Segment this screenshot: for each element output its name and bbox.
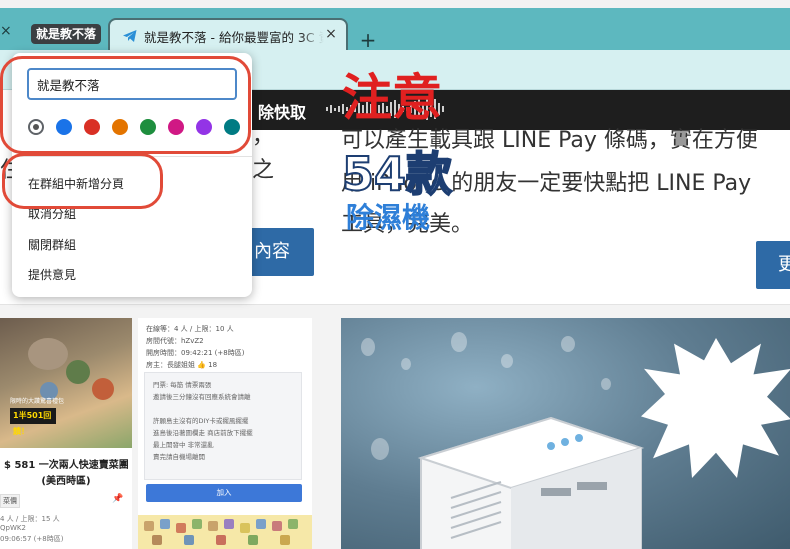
note-line-2: 邀請後三分鐘沒有回應系統會請離	[153, 393, 251, 401]
item-icon	[208, 521, 218, 531]
left-text-comma: ，	[252, 124, 275, 149]
item-icon	[184, 535, 194, 545]
item-icon	[224, 519, 234, 529]
water-drop	[501, 354, 513, 368]
water-drop	[401, 358, 411, 370]
highlight-name-and-color	[0, 56, 251, 154]
join-button[interactable]: 加入	[146, 484, 302, 502]
card-info-1: 4 人 / 上限：15 人	[0, 515, 60, 523]
tab-close-icon[interactable]: ×	[322, 25, 340, 43]
water-drop	[361, 338, 375, 356]
water-drop	[371, 438, 389, 460]
item-icon	[272, 521, 282, 531]
menu-close-group[interactable]: 關閉群組	[28, 236, 76, 253]
note-line-6: 最上開發中 非常還亂	[153, 441, 214, 449]
telegram-icon	[123, 30, 137, 42]
hero-title: 注意	[342, 69, 442, 127]
item-icon	[160, 519, 170, 529]
room-open-time: 開房時間：09:42:21 (+8時區)	[146, 349, 245, 357]
pin-icon[interactable]: 📌	[112, 494, 123, 504]
items-thumbnail	[138, 515, 312, 549]
room-owner: 房主：長腿姐姐 👍 18	[146, 361, 218, 369]
character-figure	[28, 338, 68, 370]
left-tab-close-icon[interactable]: ×	[0, 23, 12, 39]
item-icon	[216, 535, 226, 545]
card-info-2: QpWK2	[0, 524, 26, 532]
tab-title-fade	[300, 24, 324, 46]
hero-count: 54款	[341, 146, 453, 202]
read-more-button-right[interactable]: 更	[756, 241, 790, 289]
game-room-card[interactable]: 限時的大讚驚喜禮包 1半501回饋！ $ 581 一次兩人快速賣菜團 (美西時區…	[0, 318, 132, 549]
item-icon	[152, 535, 162, 545]
item-icon	[240, 523, 250, 533]
note-line-1: 門票: 每筋 情票兩張	[153, 381, 212, 389]
card-banner: 1半501回饋！	[10, 408, 56, 436]
item-icon	[144, 521, 154, 531]
water-drop	[451, 332, 467, 352]
dehumidifier-image	[417, 416, 645, 549]
item-icon	[288, 519, 298, 529]
card-info-3: 09:06:57 (+8時區)	[0, 535, 64, 543]
note-line-7: 賣完請自機場離開	[153, 453, 205, 461]
hero-subtitle: 除濕機	[346, 201, 431, 234]
banner-caption: 限時的大讚驚喜禮包	[10, 398, 65, 405]
item-icon	[256, 519, 266, 529]
note-line-5: 進島後沿著圍欄走 商店前放下擺擺	[153, 429, 253, 437]
item-icon	[280, 535, 290, 545]
tab-group-chip[interactable]: 就是教不落	[31, 24, 102, 44]
menu-feedback[interactable]: 提供意見	[28, 266, 76, 283]
active-tab[interactable]: 就是教不落 - 給你最豐富的 3C 資訊 ×	[108, 18, 348, 54]
item-icon	[248, 535, 258, 545]
browser-window: × 就是教不落 就是教不落 - 給你最豐富的 3C 資訊 × + 除快取 ， 之…	[0, 0, 790, 549]
room-notes: 門票: 每筋 情票兩張 邀請後三分鐘沒有回應系統會請離 許願島主沒有的DIY卡或…	[144, 372, 302, 480]
card-price: $ 581 一次兩人快速賣菜團	[4, 460, 129, 471]
tab-strip: × 就是教不落 就是教不落 - 給你最豐富的 3C 資訊 × +	[0, 8, 790, 54]
note-line-4: 許願島主沒有的DIY卡或擺風擺擺	[153, 417, 249, 425]
new-tab-button[interactable]: +	[358, 30, 378, 50]
dehumidifier-article-banner[interactable]	[341, 318, 790, 549]
character-figure-2	[66, 360, 90, 384]
character-figure-3	[92, 378, 114, 400]
room-details-card: 在線等：4 人 / 上限：10 人 房間代號：hZvZ2 開房時間：09:42:…	[138, 318, 312, 549]
card-tag: 菜價	[0, 494, 20, 508]
tab-title: 就是教不落 - 給你最豐富的 3C 資訊	[144, 30, 324, 45]
item-icon	[192, 519, 202, 529]
water-drop	[561, 336, 575, 352]
item-icon	[176, 523, 186, 533]
room-code: 房間代號：hZvZ2	[146, 337, 204, 345]
highlight-new-tab-in-group	[2, 153, 163, 209]
card-region: (美西時區)	[41, 476, 91, 487]
room-online: 在線等：4 人 / 上限：10 人	[146, 325, 234, 333]
card-thumbnail: 限時的大讚驚喜禮包 1半501回饋！	[0, 318, 132, 448]
left-text-char: 之	[252, 158, 275, 183]
